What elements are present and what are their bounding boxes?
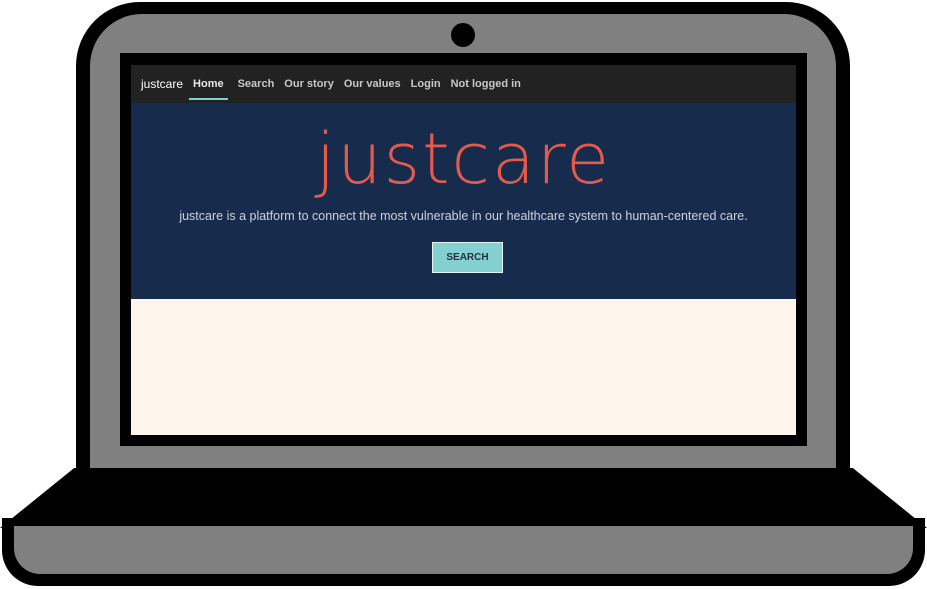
browser-viewport: justcare Home Search Our story Our value… — [131, 65, 796, 435]
nav-our-values[interactable]: Our values — [344, 76, 401, 92]
top-navbar: justcare Home Search Our story Our value… — [131, 65, 796, 103]
nav-our-story[interactable]: Our story — [284, 76, 334, 92]
brand-logo[interactable]: justcare — [141, 77, 183, 91]
laptop-base-casing — [14, 526, 913, 574]
nav-login[interactable]: Login — [411, 76, 441, 92]
hero-section: justcare justcare is a platform to conne… — [131, 103, 796, 299]
hero-subtitle: justcare is a platform to connect the mo… — [179, 209, 748, 223]
search-button[interactable]: SEARCH — [432, 242, 503, 273]
nav-home[interactable]: Home — [189, 76, 228, 100]
webcam-icon — [451, 23, 475, 47]
login-status: Not logged in — [450, 78, 521, 90]
nav-search[interactable]: Search — [238, 76, 275, 92]
hero-title: justcare — [315, 118, 612, 200]
